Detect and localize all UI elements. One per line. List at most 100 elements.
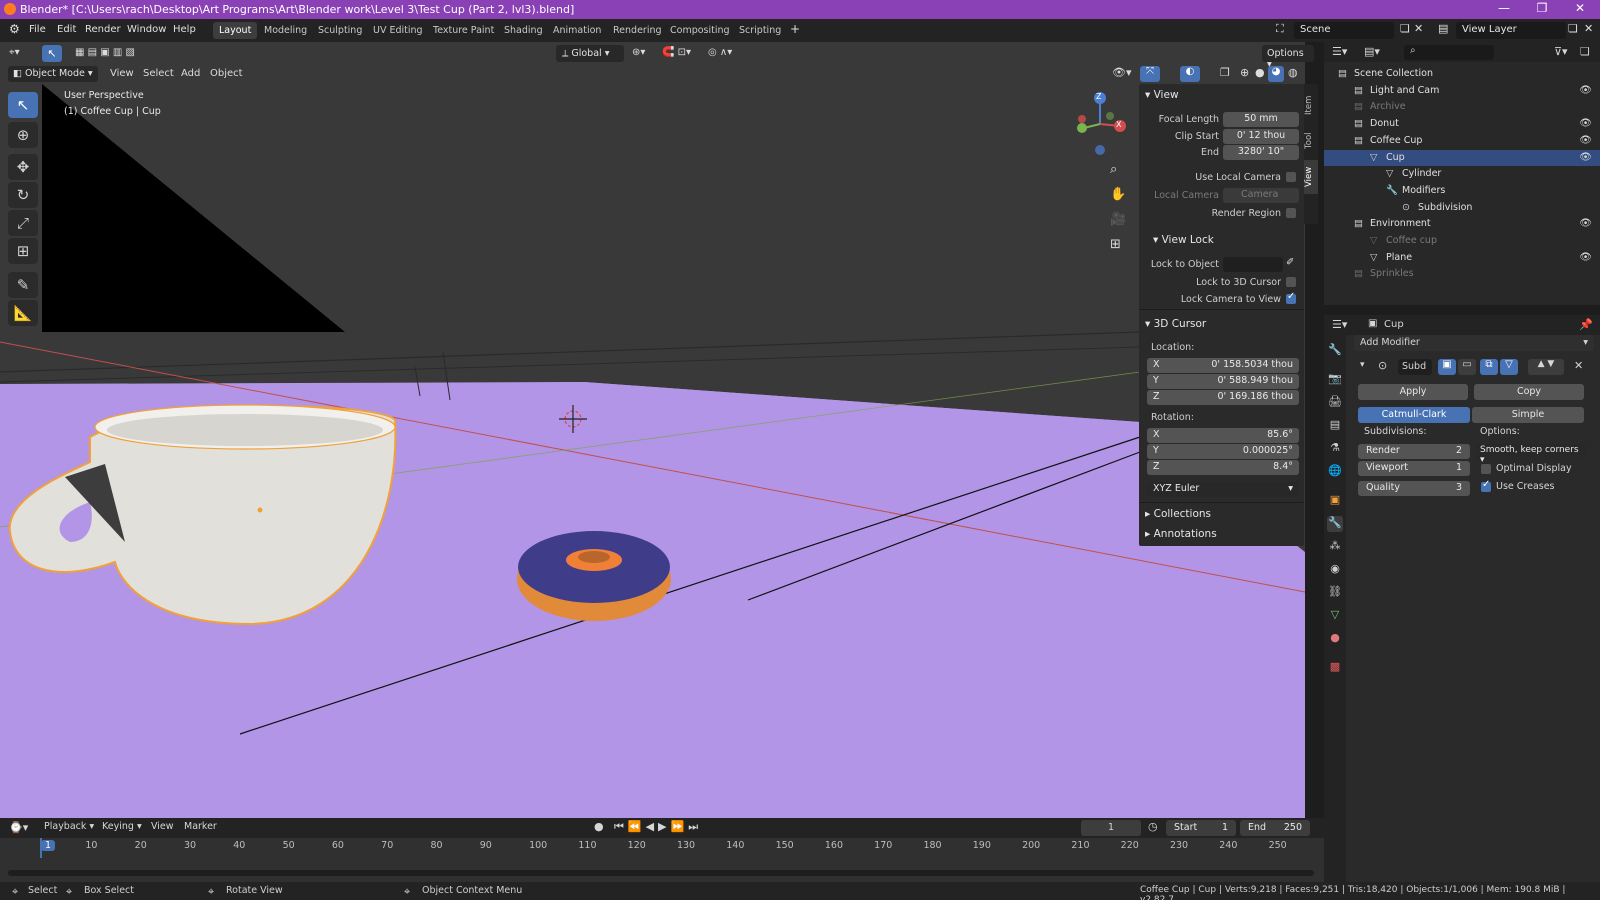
record-icon[interactable]: ● [594, 820, 604, 833]
menu-render[interactable]: Render [85, 24, 121, 35]
menu-edit[interactable]: Edit [57, 24, 76, 35]
new-view-layer-icon[interactable]: ❏ [1568, 22, 1578, 35]
view-panel-header[interactable]: ▾ View [1145, 89, 1179, 101]
tab-tool[interactable]: Tool [1304, 124, 1318, 158]
shading-rendered-icon[interactable]: ◍ [1288, 66, 1298, 79]
data-tab-icon[interactable]: ▽ [1327, 608, 1343, 624]
remove-view-layer-icon[interactable]: ✕ [1584, 22, 1593, 35]
output-tab-icon[interactable]: 🖨 [1327, 395, 1343, 411]
display-mode-icon[interactable]: ▤▾ [1364, 45, 1380, 58]
scale-tool-icon[interactable]: ⤢ [8, 210, 38, 236]
proportional-edit-icon[interactable]: ◎ ∧▾ [708, 47, 732, 58]
orientation-dropdown[interactable]: ⟂ Global ▾ [556, 45, 624, 62]
annotations-header[interactable]: ▸ Annotations [1145, 528, 1217, 540]
selection-mode-icons[interactable]: ▦ ▤ ▣ ▥ ▧ [75, 47, 135, 58]
cursor-rot-y-field[interactable]: Y 0.000025° [1147, 444, 1299, 459]
playback-controls-icons[interactable]: ⏮⏪◀▶⏩⏭ [614, 820, 702, 834]
outliner-row[interactable]: ▤ Coffee Cup 👁 [1324, 133, 1600, 149]
cursor-rot-z-field[interactable]: Z 8.4° [1147, 460, 1299, 475]
view-layer-field[interactable]: View Layer [1456, 22, 1566, 39]
tab-layout[interactable]: Layout [213, 22, 258, 39]
outliner-row[interactable]: 🔧 Modifiers [1324, 183, 1600, 199]
outliner-row[interactable]: ▽ Cup 👁 [1324, 149, 1600, 166]
remove-scene-icon[interactable]: ✕ [1414, 22, 1423, 35]
uv-smooth-dropdown[interactable]: Smooth, keep corners ▾ [1476, 444, 1586, 465]
outliner-row[interactable]: ▤ Donut 👁 [1324, 116, 1600, 132]
move-modifier-icons[interactable]: ▲ ▼ [1528, 359, 1564, 375]
menu-playback[interactable]: Playback ▾ [44, 821, 94, 832]
move-tool-icon[interactable]: ✥ [8, 154, 38, 180]
realtime-toggle-icon[interactable]: ▭ [1458, 359, 1476, 375]
tab-item[interactable]: Item [1304, 88, 1318, 122]
lock-camera-checkbox[interactable] [1286, 291, 1296, 304]
scene-tab-icon[interactable]: ⚗ [1327, 441, 1343, 457]
editor-type-icon[interactable]: ⌖▾ [9, 47, 20, 58]
optimal-display-checkbox[interactable] [1481, 464, 1491, 474]
select-tool-icon[interactable]: ↖ [42, 45, 62, 62]
render-levels-field[interactable]: Render 2 [1358, 444, 1470, 459]
use-creases-checkbox[interactable] [1481, 479, 1491, 492]
properties-editor-icon[interactable]: ☰▾ [1332, 318, 1347, 331]
cursor-tool-icon[interactable]: ⊕ [8, 122, 38, 148]
ortho-grid-icon[interactable]: ⊞ [1110, 237, 1121, 252]
viewport-levels-field[interactable]: Viewport 1 [1358, 461, 1470, 476]
minimize-button[interactable]: — [1484, 1, 1524, 18]
particles-tab-icon[interactable]: ⁂ [1327, 539, 1343, 555]
3d-cursor-header[interactable]: ▾ 3D Cursor [1145, 318, 1206, 330]
texture-tab-icon[interactable]: ▩ [1327, 660, 1343, 676]
modifier-tab-icon[interactable]: 🔧 [1327, 516, 1343, 532]
view-layer-tab-icon[interactable]: ▤ [1327, 418, 1343, 434]
maximize-button[interactable]: ❐ [1522, 1, 1562, 18]
current-frame-field[interactable]: 1 [1081, 820, 1141, 836]
visibility-eye-icon[interactable]: 👁 [1579, 218, 1592, 229]
visibility-icon[interactable]: 👁▾ [1112, 66, 1132, 79]
timeline-scrollbar[interactable] [8, 870, 1314, 876]
pan-hand-icon[interactable]: ✋ [1110, 187, 1126, 202]
timeline-editor-icon[interactable]: ⌚▾ [9, 821, 28, 834]
visibility-eye-icon[interactable]: 👁 [1579, 135, 1592, 146]
gizmo-toggle-icon[interactable]: ⤧ [1140, 66, 1160, 82]
render-tab-icon[interactable]: 📷 [1327, 372, 1343, 388]
copy-button[interactable]: Copy [1474, 384, 1584, 400]
menu-select[interactable]: Select [143, 68, 174, 79]
visibility-eye-icon[interactable]: 👁 [1579, 85, 1592, 96]
constraints-tab-icon[interactable]: ⛓ [1327, 585, 1343, 601]
shading-solid-icon[interactable]: ● [1255, 66, 1265, 79]
outliner-row[interactable]: ⊙ Subdivision [1324, 200, 1600, 216]
use-local-camera-checkbox[interactable] [1286, 172, 1296, 182]
outliner-row[interactable]: ▤ Archive [1324, 99, 1600, 115]
edit-mode-toggle-icon[interactable]: ▣ [1438, 359, 1456, 375]
lock-to-cursor-checkbox[interactable] [1286, 277, 1296, 287]
tab-modeling[interactable]: Modeling [258, 22, 313, 39]
tool-tab-icon[interactable]: 🔧 [1327, 343, 1343, 359]
menu-marker[interactable]: Marker [184, 821, 217, 832]
simple-button[interactable]: Simple [1472, 407, 1584, 423]
start-frame-field[interactable]: Start 1 [1166, 820, 1236, 836]
visibility-eye-icon[interactable]: 👁 [1579, 118, 1592, 129]
tab-compositing[interactable]: Compositing [664, 22, 736, 39]
render-region-checkbox[interactable] [1286, 208, 1296, 218]
focal-length-field[interactable]: 50 mm [1223, 112, 1299, 127]
tab-sculpting[interactable]: Sculpting [312, 22, 368, 39]
preview-range-icon[interactable]: ◷ [1148, 820, 1158, 833]
apply-button[interactable]: Apply [1358, 384, 1468, 400]
visibility-eye-icon[interactable]: 👁 [1579, 252, 1592, 263]
mode-dropdown[interactable]: ◧ Object Mode ▾ [8, 66, 98, 82]
tab-rendering[interactable]: Rendering [607, 22, 668, 39]
new-scene-icon[interactable]: ❏ [1400, 22, 1410, 35]
menu-keying[interactable]: Keying ▾ [102, 821, 142, 832]
pin-icon[interactable]: 📌 [1579, 318, 1593, 331]
scene-icon[interactable]: ⛶ [1276, 22, 1284, 36]
outliner-row[interactable]: ▤ Scene Collection [1324, 66, 1600, 82]
3d-viewport[interactable]: User Perspective (1) Coffee Cup | Cup Z … [0, 42, 1305, 818]
menu-add[interactable]: Add [181, 68, 200, 79]
menu-window[interactable]: Window [127, 24, 166, 35]
outliner-row[interactable]: ▽ Cylinder [1324, 166, 1600, 182]
visibility-eye-icon[interactable]: 👁 [1579, 152, 1592, 163]
clip-end-field[interactable]: 3280' 10" [1223, 145, 1299, 160]
remove-modifier-icon[interactable]: ✕ [1574, 359, 1583, 372]
tab-uv-editing[interactable]: UV Editing [367, 22, 429, 39]
rotate-tool-icon[interactable]: ↻ [8, 182, 38, 208]
snap-icon[interactable]: 🧲 ⊡▾ [662, 47, 691, 58]
local-camera-field[interactable]: Camera [1223, 188, 1299, 203]
